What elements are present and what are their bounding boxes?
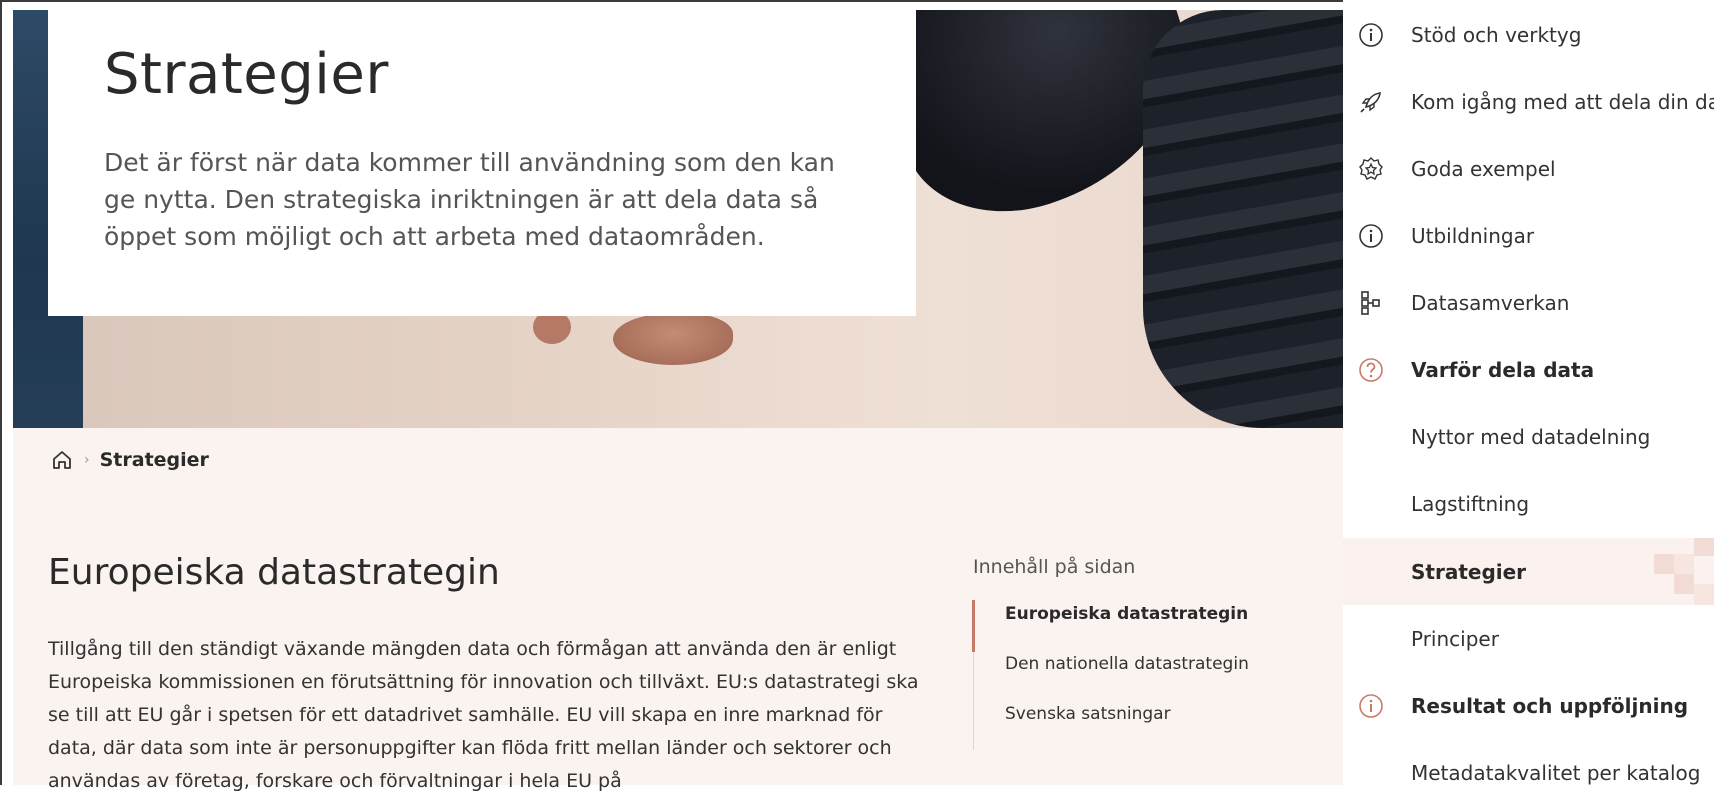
sidebar-item-label: Stöd och verktyg	[1411, 22, 1582, 47]
sidebar-item-label: Nyttor med datadelning	[1411, 424, 1651, 449]
toc-item-europeiska[interactable]: Europeiska datastrategin	[972, 600, 1249, 652]
sidebar-item-kom-igang[interactable]: Kom igång med att dela din data	[1343, 68, 1714, 135]
sidebar-item-datasamverkan[interactable]: Datasamverkan	[1343, 269, 1714, 336]
sidebar-item-label: Metadatakvalitet per katalog	[1411, 760, 1701, 785]
home-icon[interactable]	[50, 448, 74, 472]
breadcrumb-current: Strategier	[99, 449, 209, 471]
sidebar-item-label: Strategier	[1411, 559, 1527, 584]
sidebar-nav: Stöd och verktyg Kom igång med att dela …	[1343, 0, 1714, 785]
info-icon	[1358, 22, 1384, 48]
page-title: Strategier	[104, 42, 389, 107]
sidebar-item-label: Varför dela data	[1411, 357, 1595, 382]
info-icon	[1358, 223, 1384, 249]
question-icon	[1358, 357, 1384, 383]
sidebar-item-label: Kom igång med att dela din data	[1411, 89, 1714, 114]
sidebar-item-metadatakvalitet[interactable]: Metadatakvalitet per katalog	[1343, 739, 1714, 806]
rocket-icon	[1358, 89, 1384, 115]
sidebar-item-stod-och-verktyg[interactable]: Stöd och verktyg	[1343, 1, 1714, 68]
sidebar-item-resultat[interactable]: Resultat och uppföljning	[1343, 672, 1714, 739]
sidebar-item-label: Resultat och uppföljning	[1411, 693, 1689, 718]
sidebar-item-varfor-dela-data[interactable]: Varför dela data	[1343, 336, 1714, 403]
active-pattern-decoration	[1654, 538, 1714, 605]
section-heading: Europeiska datastrategin	[48, 552, 500, 593]
toc-title: Innehåll på sidan	[973, 556, 1136, 578]
info-icon	[1358, 693, 1384, 719]
star-badge-icon	[1358, 156, 1384, 182]
section-paragraph: Tillgång till den ständigt växande mängd…	[48, 638, 919, 792]
sidebar-item-principer[interactable]: Principer	[1343, 605, 1714, 672]
sidebar-item-nyttor[interactable]: Nyttor med datadelning	[1343, 403, 1714, 470]
breadcrumb: › Strategier	[50, 448, 209, 472]
sidebar-item-strategier[interactable]: Strategier	[1343, 538, 1714, 605]
sidebar-item-label: Principer	[1411, 626, 1499, 651]
toc-item-svenska[interactable]: Svenska satsningar	[974, 700, 1249, 750]
sidebar-item-label: Datasamverkan	[1411, 290, 1570, 315]
hero-lead: Det är först när data kommer till använd…	[104, 148, 835, 251]
toc-list: Europeiska datastrategin Den nationella …	[972, 600, 1249, 750]
sidebar-item-utbildningar[interactable]: Utbildningar	[1343, 202, 1714, 269]
sidebar-item-label: Lagstiftning	[1411, 491, 1530, 516]
toc-item-nationella[interactable]: Den nationella datastrategin	[974, 650, 1249, 700]
hierarchy-icon	[1358, 290, 1384, 316]
sidebar-item-goda-exempel[interactable]: Goda exempel	[1343, 135, 1714, 202]
sidebar-item-label: Goda exempel	[1411, 156, 1556, 181]
sidebar-item-label: Utbildningar	[1411, 223, 1535, 248]
sidebar-item-lagstiftning[interactable]: Lagstiftning	[1343, 470, 1714, 537]
breadcrumb-separator: ›	[84, 452, 90, 468]
